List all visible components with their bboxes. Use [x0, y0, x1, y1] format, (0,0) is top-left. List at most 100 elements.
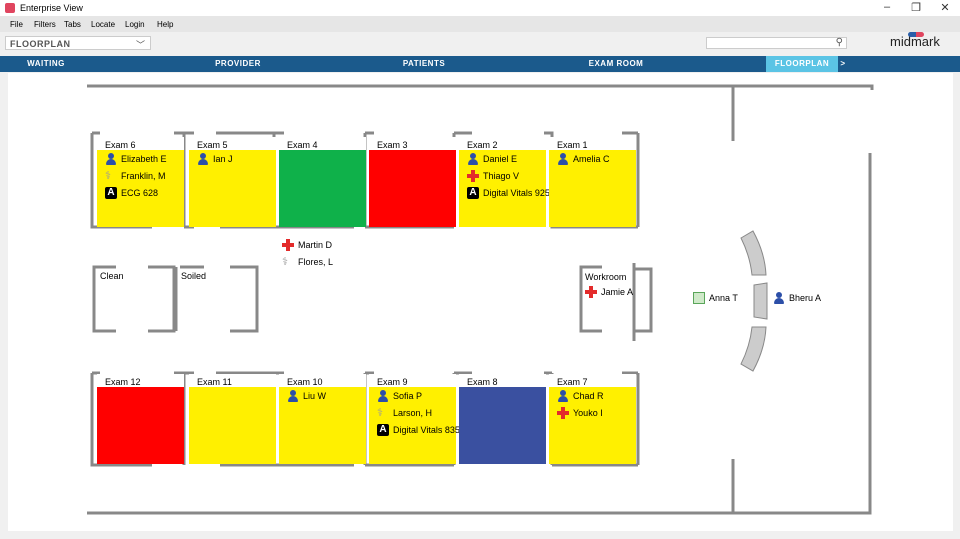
- entry-label: Thiago V: [483, 171, 520, 181]
- exam-room[interactable]: Exam 12: [97, 374, 184, 464]
- view-select[interactable]: FLOORPLAN ﹀: [5, 36, 151, 50]
- location-entry[interactable]: Youko I: [557, 407, 603, 419]
- window-title: Enterprise View: [20, 3, 83, 13]
- menu-login[interactable]: Login: [125, 20, 145, 29]
- room-title: Exam 6: [105, 140, 136, 150]
- tab-provider[interactable]: PROVIDER: [192, 56, 284, 72]
- room-title: Exam 12: [105, 377, 141, 387]
- entry-label: Elizabeth E: [121, 154, 167, 164]
- menu-help[interactable]: Help: [157, 20, 173, 29]
- person-icon: [105, 153, 117, 165]
- tab-patients[interactable]: PATIENTS: [378, 56, 470, 72]
- room-status-red: [97, 387, 184, 464]
- location-entry[interactable]: Elizabeth E: [105, 153, 167, 165]
- room-clean-label: Clean: [100, 271, 124, 281]
- close-button[interactable]: ✕: [935, 1, 955, 14]
- person-icon: [557, 390, 569, 402]
- exam-room[interactable]: Exam 4: [279, 137, 366, 227]
- tab-bar: WAITING PROVIDER PATIENTS EXAM ROOM FLOO…: [0, 56, 960, 72]
- room-status-blue: [459, 387, 546, 464]
- restore-button[interactable]: ❐: [906, 1, 926, 14]
- location-entry[interactable]: Daniel E: [467, 153, 517, 165]
- location-entry[interactable]: ⚕ Franklin, M: [105, 170, 166, 182]
- person-icon: [467, 153, 479, 165]
- entry-label: Franklin, M: [121, 171, 166, 181]
- clipboard-icon: [693, 292, 705, 304]
- exam-room[interactable]: Exam 10: [279, 374, 366, 464]
- location-entry[interactable]: Anna T: [693, 292, 738, 304]
- menu-bar: File Filters Tabs Locate Login Help: [0, 16, 960, 32]
- location-entry[interactable]: A Digital Vitals 835: [377, 424, 460, 436]
- menu-tabs[interactable]: Tabs: [64, 20, 81, 29]
- location-entry[interactable]: Amelia C: [557, 153, 610, 165]
- tab-waiting[interactable]: WAITING: [0, 56, 92, 72]
- app-icon: [5, 3, 15, 13]
- search-input[interactable]: ⚲: [706, 37, 847, 49]
- entry-label: Digital Vitals 835: [393, 425, 460, 435]
- room-status-green: [279, 150, 366, 227]
- person-icon: [287, 390, 299, 402]
- location-entry[interactable]: ⚕ Larson, H: [377, 407, 432, 419]
- location-entry[interactable]: Ian J: [197, 153, 233, 165]
- location-entry[interactable]: Martin D: [282, 239, 332, 251]
- room-title: Exam 4: [287, 140, 318, 150]
- room-title: Exam 2: [467, 140, 498, 150]
- tab-floorplan[interactable]: FLOORPLAN: [766, 56, 838, 72]
- location-entry[interactable]: A Digital Vitals 925: [467, 187, 550, 199]
- entry-label: Sofia P: [393, 391, 423, 401]
- exam-room[interactable]: Exam 3: [369, 137, 456, 227]
- red-cross-icon: [585, 286, 597, 298]
- menu-filters[interactable]: Filters: [34, 20, 56, 29]
- exam-room[interactable]: Exam 5: [189, 137, 276, 227]
- location-entry[interactable]: Thiago V: [467, 170, 519, 182]
- location-entry[interactable]: Liu W: [287, 390, 326, 402]
- menu-locate[interactable]: Locate: [91, 20, 115, 29]
- room-status-red: [369, 150, 456, 227]
- location-entry[interactable]: ⚕ Flores, L: [282, 256, 333, 268]
- exam-room[interactable]: Exam 8: [459, 374, 546, 464]
- location-entry[interactable]: A ECG 628: [105, 187, 158, 199]
- a-badge-icon: A: [467, 187, 479, 199]
- room-title: Exam 9: [377, 377, 408, 387]
- a-badge-icon: A: [105, 187, 117, 199]
- person-icon: [773, 292, 785, 304]
- entry-label: Ian J: [213, 154, 233, 164]
- person-icon: [197, 153, 209, 165]
- stethoscope-icon: ⚕: [282, 256, 288, 268]
- room-soiled-label: Soiled: [181, 271, 207, 281]
- person-icon: [377, 390, 389, 402]
- entry-label: Flores, L: [298, 257, 334, 267]
- midmark-logo: midmark: [890, 32, 940, 49]
- entry-label: Chad R: [573, 391, 604, 401]
- entry-label: Martin D: [298, 240, 333, 250]
- menu-file[interactable]: File: [10, 20, 23, 29]
- exam-room[interactable]: Exam 7: [549, 374, 636, 464]
- title-bar: Enterprise View – ❐ ✕: [0, 0, 960, 16]
- red-cross-icon: [557, 407, 569, 419]
- tab-more[interactable]: >: [838, 56, 848, 72]
- entry-label: Daniel E: [483, 154, 518, 164]
- chevron-down-icon: ﹀: [135, 40, 145, 50]
- search-icon[interactable]: ⚲: [836, 37, 843, 48]
- red-cross-icon: [282, 239, 294, 251]
- tab-exam-room[interactable]: EXAM ROOM: [570, 56, 662, 72]
- room-title: Exam 1: [557, 140, 588, 150]
- location-entry[interactable]: Jamie A: [585, 286, 633, 298]
- location-entry[interactable]: Sofia P: [377, 390, 422, 402]
- entry-label: Digital Vitals 925: [483, 188, 550, 198]
- exam-room[interactable]: Exam 1: [549, 137, 636, 227]
- exam-room[interactable]: Exam 9: [369, 374, 456, 464]
- location-entry[interactable]: Chad R: [557, 390, 604, 402]
- entry-label: Jamie A: [601, 287, 634, 297]
- location-entry[interactable]: Bheru A: [773, 292, 821, 304]
- minimize-button[interactable]: –: [877, 1, 897, 13]
- room-title: Exam 7: [557, 377, 588, 387]
- room-title: Exam 10: [287, 377, 323, 387]
- entry-label: Amelia C: [573, 154, 610, 164]
- room-workroom-label: Workroom: [585, 272, 627, 282]
- exam-room[interactable]: Exam 11: [189, 374, 276, 464]
- exam-room[interactable]: Exam 6: [97, 137, 184, 227]
- room-status-yellow: [189, 387, 276, 464]
- exam-room[interactable]: Exam 2: [459, 137, 546, 227]
- a-badge-icon: A: [377, 424, 389, 436]
